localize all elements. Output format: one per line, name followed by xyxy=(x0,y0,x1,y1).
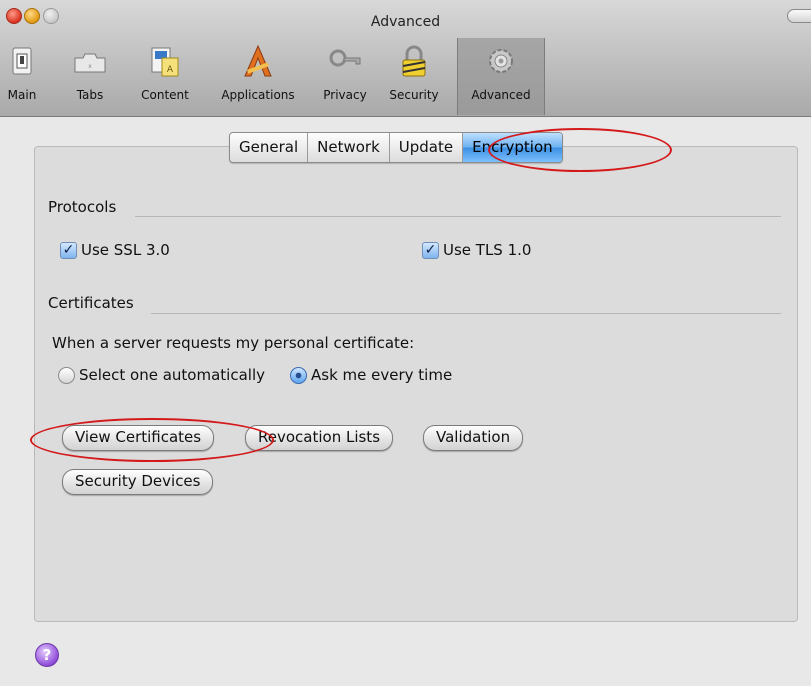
window-title: Advanced xyxy=(370,14,441,30)
window-titlebar: Advanced Main x Tabs A Content Applicati… xyxy=(0,0,811,117)
encryption-panel xyxy=(34,146,798,622)
toolbar-item-advanced-label: Advanced xyxy=(471,88,531,102)
toolbar-item-applications[interactable]: Applications xyxy=(208,44,308,108)
tab-encryption[interactable]: Encryption xyxy=(463,133,562,162)
toolbar-item-privacy[interactable]: Privacy xyxy=(316,44,374,108)
certificate-request-prompt: When a server requests my personal certi… xyxy=(52,334,415,352)
toolbar-item-main-label: Main xyxy=(7,88,37,102)
ask-every-time-label: Ask me every time xyxy=(311,366,453,384)
radio-off-icon xyxy=(58,366,75,384)
protocols-separator xyxy=(135,216,781,217)
validation-button[interactable]: Validation xyxy=(423,425,524,451)
certificates-heading: Certificates xyxy=(48,294,134,312)
use-tls-label: Use TLS 1.0 xyxy=(443,241,532,259)
toolbar-item-privacy-label: Privacy xyxy=(323,88,367,102)
use-tls-checkbox[interactable]: ✓ Use TLS 1.0 xyxy=(422,241,531,259)
toolbar-toggle-button[interactable] xyxy=(787,9,811,23)
select-automatically-label: Select one automatically xyxy=(79,366,265,384)
use-ssl-checkbox[interactable]: ✓ Use SSL 3.0 xyxy=(60,241,170,259)
view-certificates-button[interactable]: View Certificates xyxy=(62,425,215,451)
tab-general[interactable]: General xyxy=(230,133,309,162)
tab-bar: General Network Update Encryption xyxy=(229,132,563,163)
revocation-lists-button[interactable]: Revocation Lists xyxy=(245,425,394,451)
security-devices-button[interactable]: Security Devices xyxy=(62,469,214,495)
toolbar-item-content[interactable]: A Content xyxy=(135,44,195,108)
tab-update[interactable]: Update xyxy=(390,133,464,162)
tabs-icon: x xyxy=(74,53,106,73)
toolbar-item-advanced[interactable]: Advanced xyxy=(462,44,540,108)
use-ssl-label: Use SSL 3.0 xyxy=(81,241,170,259)
switch-icon xyxy=(12,47,32,75)
checkmark-icon: ✓ xyxy=(60,241,77,259)
content-icon: A xyxy=(151,47,179,77)
toolbar-item-security[interactable]: Security xyxy=(383,44,445,108)
ask-every-time-radio[interactable]: Ask me every time xyxy=(290,366,452,384)
toolbar-item-applications-label: Applications xyxy=(221,88,295,102)
protocols-heading: Protocols xyxy=(48,198,117,216)
lock-icon xyxy=(402,45,426,77)
tab-network[interactable]: Network xyxy=(308,133,390,162)
help-button[interactable]: ? xyxy=(35,643,59,667)
select-automatically-radio[interactable]: Select one automatically xyxy=(58,366,265,384)
key-icon xyxy=(329,49,361,67)
checkmark-icon: ✓ xyxy=(422,241,439,259)
toolbar-item-tabs[interactable]: x Tabs xyxy=(70,44,110,108)
svg-text:A: A xyxy=(167,65,174,75)
toolbar-item-security-label: Security xyxy=(389,88,439,102)
certificates-separator xyxy=(151,313,781,314)
svg-text:x: x xyxy=(88,63,92,70)
applications-icon xyxy=(244,44,272,77)
toolbar-item-content-label: Content xyxy=(141,88,189,102)
toolbar-item-tabs-label: Tabs xyxy=(76,88,104,102)
toolbar-item-main[interactable]: Main xyxy=(0,44,44,108)
radio-on-icon xyxy=(290,366,307,384)
gear-icon xyxy=(489,49,513,73)
